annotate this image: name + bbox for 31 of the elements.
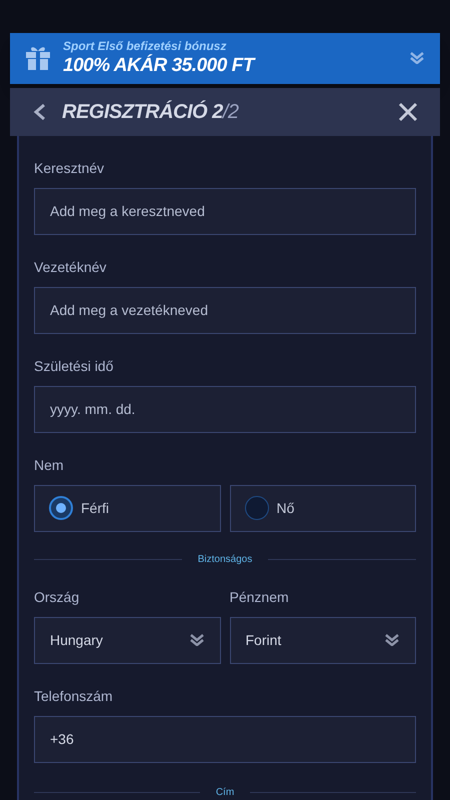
field-label: Nem: [34, 456, 65, 475]
close-button[interactable]: [398, 102, 418, 122]
gift-icon: [25, 45, 51, 72]
text-field[interactable]: Add meg a vezetékneved: [34, 286, 416, 334]
bonus-title: 100% AKÁR 35.000 FT: [63, 54, 257, 78]
field-label: Ország: [34, 588, 80, 607]
bonus-banner[interactable]: Sport Első befizetési bónusz 100% AKÁR 35.000 FT: [10, 33, 440, 84]
select-field[interactable]: Hungary: [34, 616, 220, 664]
back-button[interactable]: [32, 103, 46, 122]
dropdown-icon: [188, 634, 204, 646]
text-field[interactable]: Add meg a keresztneved: [34, 188, 416, 235]
select-field[interactable]: Forint: [230, 616, 416, 664]
field-label: Születési idő: [34, 356, 114, 376]
modal-title: REGISZTRÁCIÓ 2/2: [62, 99, 240, 126]
field-label: Pénznem: [230, 588, 290, 607]
field-label: Keresztnév: [34, 158, 106, 178]
radio-button[interactable]: [244, 496, 268, 520]
field-label: Telefonszám: [34, 686, 114, 706]
gender-option[interactable]: Nő: [230, 484, 416, 532]
radio-button[interactable]: [49, 496, 73, 520]
field-label: Vezetéknév: [34, 258, 108, 277]
phone-field[interactable]: +36: [34, 716, 416, 763]
back-icon: [32, 103, 46, 122]
section-divider-label: Biztonságos: [198, 552, 252, 567]
section-divider-label: Cím: [216, 786, 234, 800]
gender-option[interactable]: Férfi: [34, 484, 220, 532]
close-icon: [398, 102, 418, 122]
text-field[interactable]: yyyy. mm. dd.: [34, 386, 416, 433]
expand-icon: [409, 52, 425, 64]
dropdown-icon: [384, 634, 400, 646]
bonus-subtitle: Sport Első befizetési bónusz: [63, 38, 228, 54]
